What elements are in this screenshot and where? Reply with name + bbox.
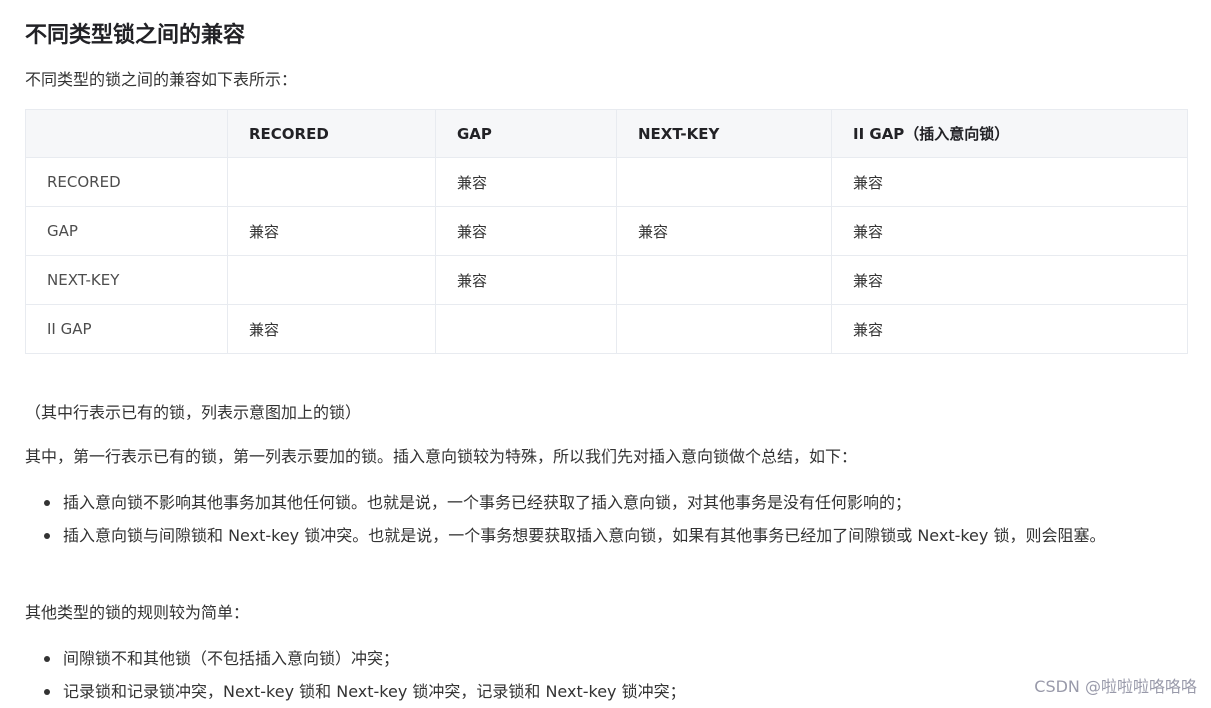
table-header-row: RECORED GAP NEXT-KEY II GAP（插入意向锁）	[25, 109, 1188, 158]
section-heading: 不同类型锁之间的兼容	[25, 23, 246, 48]
table-cell	[227, 157, 436, 207]
lock-compatibility-table: RECORED GAP NEXT-KEY II GAP（插入意向锁） RECOR…	[25, 109, 1188, 354]
bullet-icon	[44, 656, 50, 662]
csdn-watermark: CSDN @啦啦啦咯咯咯	[1034, 677, 1197, 696]
table-cell	[227, 255, 436, 305]
table-cell: 兼容	[435, 157, 617, 207]
bullet-icon	[44, 533, 50, 539]
table-cell	[616, 157, 832, 207]
table-cell: 兼容	[435, 255, 617, 305]
list-item-text: 记录锁和记录锁冲突，Next-key 锁和 Next-key 锁冲突，记录锁和 …	[63, 682, 686, 701]
row-header-cell: GAP	[25, 206, 228, 256]
table-row: II GAP 兼容 兼容	[25, 304, 1188, 354]
table-cell: 兼容	[831, 206, 1188, 256]
table-cell: 兼容	[227, 206, 436, 256]
list-item-text: 间隙锁不和其他锁（不包括插入意向锁）冲突；	[63, 649, 400, 668]
table-cell: 兼容	[227, 304, 436, 354]
intention-lock-summary-list: 插入意向锁不影响其他事务加其他任何锁。也就是说，一个事务已经获取了插入意向锁，对…	[25, 486, 1187, 552]
table-cell	[435, 304, 617, 354]
intro-text: 不同类型的锁之间的兼容如下表所示：	[25, 70, 298, 89]
table-header-cell	[25, 109, 228, 158]
table-cell: 兼容	[435, 206, 617, 256]
bullet-icon	[44, 500, 50, 506]
explanation-text: 其中，第一行表示已有的锁，第一列表示要加的锁。插入意向锁较为特殊，所以我们先对插…	[25, 447, 858, 466]
table-header-cell: RECORED	[227, 109, 436, 158]
other-lock-rules-list: 间隙锁不和其他锁（不包括插入意向锁）冲突； 记录锁和记录锁冲突，Next-key…	[25, 642, 1187, 708]
table-cell: 兼容	[831, 304, 1188, 354]
table-cell: 兼容	[616, 206, 832, 256]
list-item: 插入意向锁与间隙锁和 Next-key 锁冲突。也就是说，一个事务想要获取插入意…	[25, 519, 1187, 552]
table-header-cell: NEXT-KEY	[616, 109, 832, 158]
table-header-cell: II GAP（插入意向锁）	[831, 109, 1188, 158]
list-item: 插入意向锁不影响其他事务加其他任何锁。也就是说，一个事务已经获取了插入意向锁，对…	[25, 486, 1187, 519]
other-rules-text: 其他类型的锁的规则较为简单：	[25, 603, 250, 622]
table-row: RECORED 兼容 兼容	[25, 157, 1188, 207]
table-row: NEXT-KEY 兼容 兼容	[25, 255, 1188, 305]
list-item: 间隙锁不和其他锁（不包括插入意向锁）冲突；	[25, 642, 1187, 675]
table-row: GAP 兼容 兼容 兼容 兼容	[25, 206, 1188, 256]
row-header-cell: RECORED	[25, 157, 228, 207]
table-cell: 兼容	[831, 255, 1188, 305]
list-item: 记录锁和记录锁冲突，Next-key 锁和 Next-key 锁冲突，记录锁和 …	[25, 675, 1187, 708]
list-item-text: 插入意向锁不影响其他事务加其他任何锁。也就是说，一个事务已经获取了插入意向锁，对…	[63, 493, 912, 512]
table-cell	[616, 304, 832, 354]
table-cell: 兼容	[831, 157, 1188, 207]
table-header-cell: GAP	[435, 109, 617, 158]
row-header-cell: II GAP	[25, 304, 228, 354]
bullet-icon	[44, 689, 50, 695]
row-header-cell: NEXT-KEY	[25, 255, 228, 305]
table-cell	[616, 255, 832, 305]
list-item-text: 插入意向锁与间隙锁和 Next-key 锁冲突。也就是说，一个事务想要获取插入意…	[63, 526, 1106, 545]
table-note: （其中行表示已有的锁，列表示意图加上的锁）	[25, 403, 362, 422]
